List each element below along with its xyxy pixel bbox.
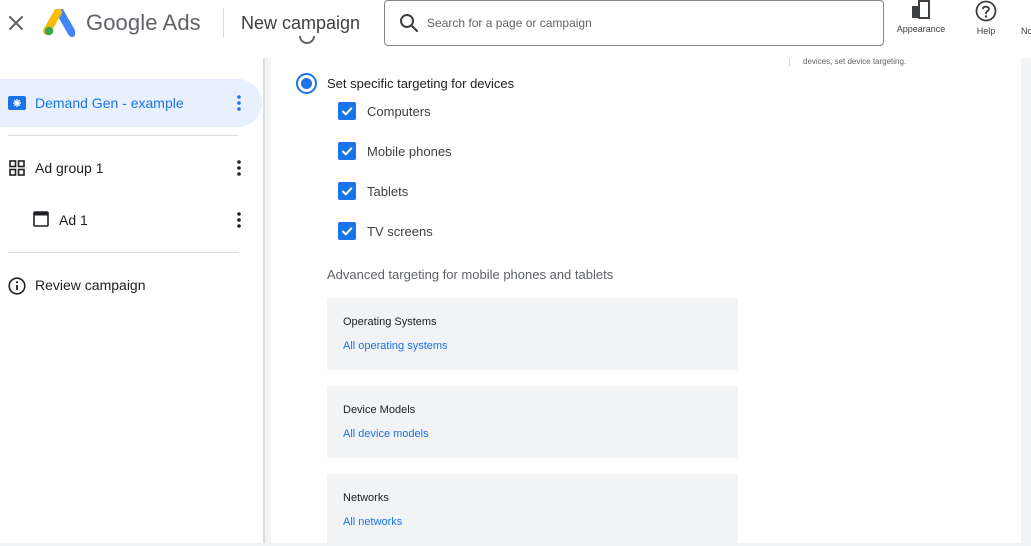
specific-devices-label: Set specific targeting for devices [327, 76, 515, 91]
more-vert-icon [237, 212, 241, 228]
help-button[interactable]: Help [968, 0, 1004, 40]
search-input[interactable] [427, 13, 847, 33]
sidebar-divider [8, 252, 239, 253]
advanced-targeting-title: Advanced targeting for mobile phones and… [327, 267, 614, 282]
device-checkbox-mobile-phones[interactable]: Mobile phones [338, 142, 452, 160]
card-value-link[interactable]: All operating systems [343, 340, 448, 352]
ad-more-button[interactable] [230, 208, 248, 232]
campaign-icon [8, 96, 26, 110]
header-divider [223, 8, 224, 38]
sidebar-item-campaign[interactable]: Demand Gen - example [0, 79, 262, 127]
ad-icon [33, 211, 49, 227]
sidebar-item-ad-label: Ad 1 [59, 212, 88, 228]
sidebar-item-ad[interactable]: Ad 1 [0, 196, 262, 244]
notifications-button[interactable]: No [1021, 0, 1031, 40]
top-app-bar: Google Ads New campaign Appearance Help … [0, 0, 1031, 58]
close-button[interactable] [4, 11, 28, 35]
radio-button[interactable] [296, 73, 317, 94]
networks-card[interactable]: Networks All networks [327, 474, 738, 546]
check-icon [341, 147, 353, 156]
ad-group-icon [9, 160, 25, 176]
device-checkbox-tv-screens[interactable]: TV screens [338, 222, 433, 240]
check-icon [341, 187, 353, 196]
checkbox[interactable] [338, 102, 356, 120]
more-vert-icon [237, 160, 241, 176]
ad-group-more-button[interactable] [230, 156, 248, 180]
checkbox[interactable] [338, 142, 356, 160]
check-icon [341, 227, 353, 236]
more-vert-icon [237, 95, 241, 111]
help-icon [975, 0, 997, 22]
search-icon [400, 14, 419, 33]
device-models-card[interactable]: Device Models All device models [327, 386, 738, 458]
side-note-rule [789, 58, 790, 66]
scrollbar-track[interactable] [1021, 58, 1031, 543]
sidebar-item-ad-group[interactable]: Ad group 1 [0, 144, 262, 192]
device-label: Mobile phones [367, 143, 452, 159]
check-icon [341, 107, 353, 116]
device-checkbox-computers[interactable]: Computers [338, 102, 431, 120]
sidebar-item-review[interactable]: Review campaign [0, 261, 262, 309]
campaign-sidebar: Demand Gen - example Ad group 1 Ad 1 Rev… [0, 58, 264, 543]
device-label: Tablets [367, 183, 409, 199]
card-title: Device Models [343, 404, 416, 416]
notifications-label: No [1021, 26, 1031, 36]
card-title: Operating Systems [343, 316, 437, 328]
device-checkbox-tablets[interactable]: Tablets [338, 182, 408, 200]
side-note-text: devices, set device targeting. [803, 57, 907, 66]
google-ads-logo-icon [43, 9, 75, 37]
device-label: TV screens [367, 223, 433, 239]
search-box[interactable] [384, 0, 884, 46]
specific-devices-radio[interactable]: Set specific targeting for devices [296, 73, 514, 94]
campaign-more-button[interactable] [230, 91, 248, 115]
help-label: Help [976, 26, 996, 36]
sidebar-border [263, 58, 265, 543]
checkbox[interactable] [338, 222, 356, 240]
card-value-link[interactable]: All networks [343, 516, 402, 528]
card-value-link[interactable]: All device models [343, 428, 429, 440]
sidebar-item-review-label: Review campaign [35, 277, 146, 293]
appearance-label: Appearance [896, 24, 946, 34]
brand-name: Google Ads [86, 10, 201, 35]
device-label: Computers [367, 103, 431, 119]
radio-partial-icon[interactable] [299, 36, 315, 44]
sidebar-divider [8, 135, 239, 136]
radio-selected-dot [301, 78, 312, 89]
sidebar-item-ad-group-label: Ad group 1 [35, 160, 104, 176]
appearance-button[interactable]: Appearance [893, 0, 949, 40]
appearance-icon [912, 0, 930, 19]
card-title: Networks [343, 492, 389, 504]
sidebar-item-campaign-label: Demand Gen - example [35, 95, 184, 111]
close-icon [9, 16, 23, 30]
checkbox[interactable] [338, 182, 356, 200]
page-title: New campaign [241, 13, 361, 33]
operating-systems-card[interactable]: Operating Systems All operating systems [327, 298, 738, 370]
info-icon [8, 277, 26, 295]
